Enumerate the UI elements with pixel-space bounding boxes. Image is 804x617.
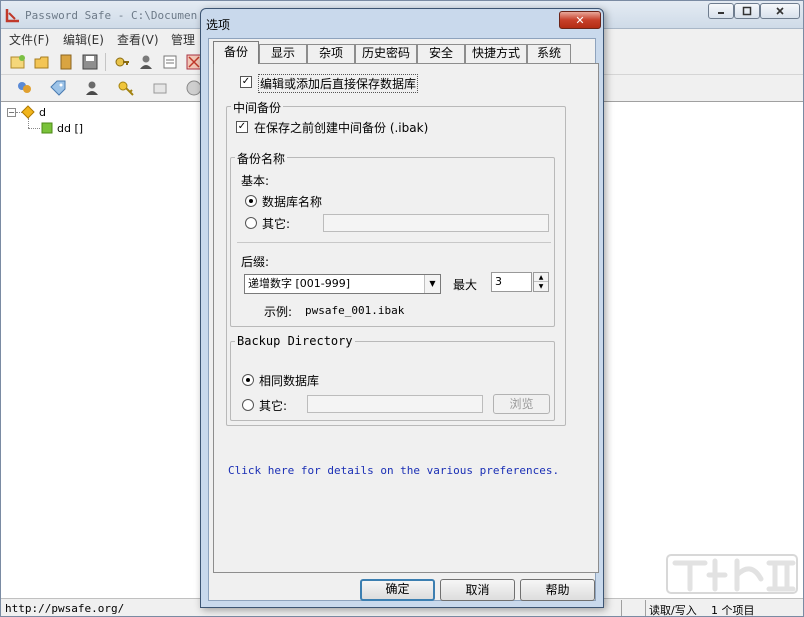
max-backups-spinner[interactable]: ▲ ▼	[533, 272, 549, 292]
entry-square-icon	[41, 122, 53, 134]
tab-security[interactable]: 安全	[417, 44, 465, 63]
same-db-radio[interactable]	[242, 374, 254, 386]
add-entry-icon[interactable]	[15, 79, 33, 97]
dir-other-label[interactable]: 其它:	[259, 397, 287, 414]
intermediate-backup-title: 中间备份	[231, 99, 284, 116]
tab-misc[interactable]: 杂项	[307, 44, 355, 63]
app-logo-icon	[5, 9, 19, 23]
suffix-select[interactable]: 递增数字 [001-999] ▼	[244, 274, 441, 294]
open-database-icon[interactable]	[33, 53, 51, 71]
site-watermark-logo	[666, 554, 798, 594]
new-database-icon[interactable]	[9, 53, 27, 71]
copy-notes-icon[interactable]	[161, 53, 179, 71]
save-immediately-label[interactable]: 编辑或添加后直接保存数据库	[258, 74, 419, 93]
example-value: pwsafe_001.ibak	[305, 304, 405, 317]
tree-group-item[interactable]: − d	[7, 104, 46, 120]
tree-entry-label: dd []	[57, 121, 84, 135]
create-intermediate-label[interactable]: 在保存之前创建中间备份 (.ibak)	[254, 119, 428, 136]
tree-group-label: d	[39, 105, 46, 119]
status-divider	[621, 600, 622, 616]
help-button[interactable]: 帮助	[520, 579, 595, 601]
copy-user-icon[interactable]	[137, 53, 155, 71]
minimize-icon	[718, 12, 724, 14]
tab-backup[interactable]: 备份	[213, 41, 259, 64]
close-icon	[776, 7, 784, 15]
group-diamond-icon	[21, 105, 35, 119]
cancel-button[interactable]: 取消	[440, 579, 515, 601]
preferences-help-link[interactable]: Click here for details on the various pr…	[228, 464, 559, 477]
db-name-radio[interactable]	[245, 195, 257, 207]
tab-strip: 备份 显示 杂项 历史密码 安全 快捷方式 系统	[209, 41, 595, 64]
suffix-select-value: 递增数字 [001-999]	[248, 277, 351, 290]
menu-edit[interactable]: 编辑(E)	[63, 31, 104, 48]
status-url: http://pwsafe.org/	[5, 602, 125, 615]
dialog-client-area: 备份 显示 杂项 历史密码 安全 快捷方式 系统 ✓ 编辑或添加后直接保存数据库…	[208, 38, 599, 601]
status-read-write: 读取/写入	[649, 604, 697, 617]
dialog-close-button[interactable]: ✕	[559, 11, 601, 29]
section-divider	[237, 242, 551, 243]
tab-shortcuts[interactable]: 快捷方式	[465, 44, 527, 63]
tab-display[interactable]: 显示	[259, 44, 307, 63]
toolbar-separator	[105, 53, 106, 71]
ok-button[interactable]: 确定	[360, 579, 435, 601]
spinner-up-icon[interactable]: ▲	[534, 273, 548, 282]
max-backups-input[interactable]: 3	[491, 272, 532, 292]
maximize-icon	[742, 6, 752, 16]
dir-other-radio[interactable]	[242, 399, 254, 411]
backup-tab-panel: ✓ 编辑或添加后直接保存数据库 中间备份 ✓ 在保存之前创建中间备份 (.iba…	[213, 63, 599, 573]
status-item-count: 1 个项目	[711, 604, 755, 617]
tree-entry-item[interactable]: dd []	[29, 120, 83, 136]
backup-directory-group: Backup Directory 相同数据库 其它: 浏览	[230, 334, 555, 421]
base-label: 基本:	[241, 174, 270, 188]
browse-button[interactable]: 浏览	[493, 394, 550, 414]
backup-name-title: 备份名称	[235, 150, 288, 167]
base-other-radio[interactable]	[245, 217, 257, 229]
user-icon[interactable]	[83, 79, 101, 97]
options-dialog: 选项 ✕ 备份 显示 杂项 历史密码 安全 快捷方式 系统 ✓ 编辑或添加后直接…	[200, 8, 604, 608]
intermediate-backup-group: 中间备份 ✓ 在保存之前创建中间备份 (.ibak) 备份名称 基本: 数据库名…	[226, 99, 566, 426]
create-intermediate-checkbox[interactable]: ✓	[236, 121, 248, 133]
save-icon[interactable]	[81, 53, 99, 71]
close-database-icon[interactable]	[57, 53, 75, 71]
base-other-label[interactable]: 其它:	[262, 215, 290, 232]
dialog-titlebar[interactable]: 选项 ✕	[201, 9, 603, 37]
backup-directory-title: Backup Directory	[235, 334, 355, 348]
menu-view[interactable]: 查看(V)	[117, 31, 159, 48]
dialog-title: 选项	[206, 18, 231, 32]
tag-icon[interactable]	[49, 79, 67, 97]
status-divider	[645, 600, 646, 616]
main-window-title: Password Safe - C:\Documen	[25, 9, 198, 22]
tab-system[interactable]: 系统	[527, 44, 571, 63]
tab-password-history[interactable]: 历史密码	[355, 44, 417, 63]
close-button[interactable]	[760, 3, 800, 19]
max-label: 最大	[453, 278, 478, 292]
chevron-down-icon[interactable]: ▼	[424, 275, 440, 293]
menu-file[interactable]: 文件(F)	[9, 31, 49, 48]
minimize-button[interactable]	[708, 3, 734, 19]
collapse-icon[interactable]: −	[7, 107, 16, 117]
copy-password-icon[interactable]	[113, 53, 131, 71]
maximize-button[interactable]	[734, 3, 760, 19]
max-backups-value: 3	[495, 275, 502, 288]
base-other-input[interactable]	[323, 214, 549, 232]
db-name-label[interactable]: 数据库名称	[262, 193, 322, 210]
close-icon: ✕	[575, 13, 585, 27]
same-db-label[interactable]: 相同数据库	[259, 372, 319, 389]
key-icon[interactable]	[117, 79, 135, 97]
example-label: 示例:	[264, 305, 293, 319]
note-icon[interactable]	[151, 79, 169, 97]
menu-manage[interactable]: 管理	[171, 31, 195, 48]
save-immediately-checkbox[interactable]: ✓	[240, 76, 252, 88]
spinner-down-icon[interactable]: ▼	[534, 282, 548, 291]
suffix-label: 后缀:	[241, 255, 270, 269]
dir-other-input[interactable]	[307, 395, 483, 413]
backup-name-group: 备份名称 基本: 数据库名称 其它: 后缀: 递增数字 [001-999] ▼ …	[230, 150, 555, 327]
